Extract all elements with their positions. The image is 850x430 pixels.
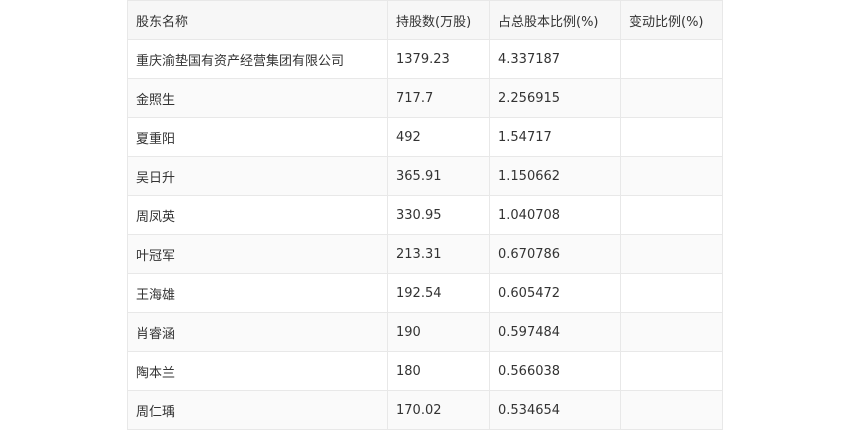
cell-share-ratio: 2.256915 xyxy=(489,78,621,118)
table-row: 周凤英 330.95 1.040708 xyxy=(127,195,723,235)
header-shareholder-name: 股东名称 xyxy=(127,0,388,40)
cell-shareholder-name: 周凤英 xyxy=(127,195,388,235)
cell-shareholder-name: 重庆渝垫国有资产经营集团有限公司 xyxy=(127,39,388,79)
cell-shares-held: 330.95 xyxy=(387,195,490,235)
table-row: 叶冠军 213.31 0.670786 xyxy=(127,234,723,274)
table-row: 周仁瑀 170.02 0.534654 xyxy=(127,390,723,430)
cell-shareholder-name: 金照生 xyxy=(127,78,388,118)
cell-shareholder-name: 肖睿涵 xyxy=(127,312,388,352)
cell-shares-held: 365.91 xyxy=(387,156,490,196)
cell-share-ratio: 0.566038 xyxy=(489,351,621,391)
table-body: 重庆渝垫国有资产经营集团有限公司 1379.23 4.337187 金照生 71… xyxy=(127,39,723,430)
cell-change-ratio xyxy=(620,351,723,391)
cell-change-ratio xyxy=(620,117,723,157)
table-row: 王海雄 192.54 0.605472 xyxy=(127,273,723,313)
cell-share-ratio: 0.597484 xyxy=(489,312,621,352)
header-row: 股东名称 持股数(万股) 占总股本比例(%) 变动比例(%) xyxy=(127,0,723,40)
cell-shares-held: 213.31 xyxy=(387,234,490,274)
cell-share-ratio: 0.534654 xyxy=(489,390,621,430)
cell-shareholder-name: 陶本兰 xyxy=(127,351,388,391)
cell-shares-held: 492 xyxy=(387,117,490,157)
cell-change-ratio xyxy=(620,39,723,79)
table-row: 陶本兰 180 0.566038 xyxy=(127,351,723,391)
header-change-ratio: 变动比例(%) xyxy=(620,0,723,40)
header-share-ratio: 占总股本比例(%) xyxy=(489,0,621,40)
cell-share-ratio: 1.54717 xyxy=(489,117,621,157)
cell-shares-held: 190 xyxy=(387,312,490,352)
cell-change-ratio xyxy=(620,234,723,274)
cell-change-ratio xyxy=(620,78,723,118)
cell-share-ratio: 4.337187 xyxy=(489,39,621,79)
table-row: 夏重阳 492 1.54717 xyxy=(127,117,723,157)
cell-share-ratio: 1.040708 xyxy=(489,195,621,235)
cell-shares-held: 192.54 xyxy=(387,273,490,313)
cell-shareholder-name: 吴日升 xyxy=(127,156,388,196)
table-row: 吴日升 365.91 1.150662 xyxy=(127,156,723,196)
shareholder-table: 股东名称 持股数(万股) 占总股本比例(%) 变动比例(%) 重庆渝垫国有资产经… xyxy=(127,0,723,430)
cell-change-ratio xyxy=(620,390,723,430)
table-header: 股东名称 持股数(万股) 占总股本比例(%) 变动比例(%) xyxy=(127,0,723,40)
cell-shareholder-name: 王海雄 xyxy=(127,273,388,313)
cell-share-ratio: 0.670786 xyxy=(489,234,621,274)
table-row: 肖睿涵 190 0.597484 xyxy=(127,312,723,352)
cell-shareholder-name: 叶冠军 xyxy=(127,234,388,274)
cell-change-ratio xyxy=(620,156,723,196)
cell-shareholder-name: 夏重阳 xyxy=(127,117,388,157)
cell-change-ratio xyxy=(620,195,723,235)
cell-change-ratio xyxy=(620,273,723,313)
cell-shares-held: 170.02 xyxy=(387,390,490,430)
header-shares-held: 持股数(万股) xyxy=(387,0,490,40)
cell-change-ratio xyxy=(620,312,723,352)
cell-shares-held: 180 xyxy=(387,351,490,391)
table-row: 金照生 717.7 2.256915 xyxy=(127,78,723,118)
shareholder-table-container: 股东名称 持股数(万股) 占总股本比例(%) 变动比例(%) 重庆渝垫国有资产经… xyxy=(127,0,723,430)
cell-shareholder-name: 周仁瑀 xyxy=(127,390,388,430)
cell-shares-held: 1379.23 xyxy=(387,39,490,79)
cell-shares-held: 717.7 xyxy=(387,78,490,118)
cell-share-ratio: 1.150662 xyxy=(489,156,621,196)
cell-share-ratio: 0.605472 xyxy=(489,273,621,313)
table-row: 重庆渝垫国有资产经营集团有限公司 1379.23 4.337187 xyxy=(127,39,723,79)
